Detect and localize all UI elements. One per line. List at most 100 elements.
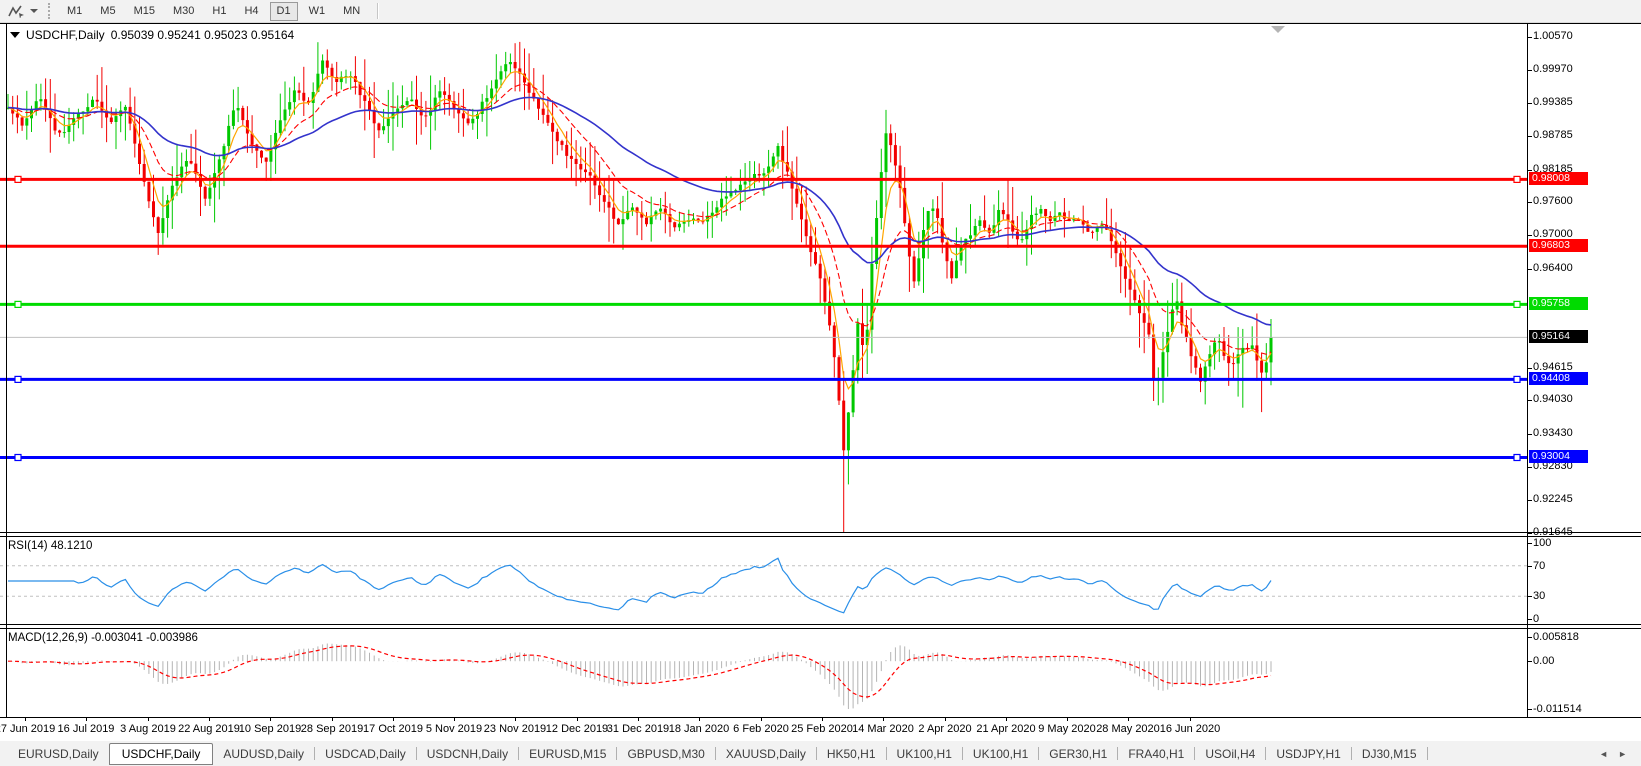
time-axis-tick <box>332 718 333 721</box>
time-axis-label: 25 Feb 2020 <box>791 723 853 735</box>
tab-scroll-left-icon[interactable]: ◄ <box>1599 749 1608 759</box>
rsi-axis-label: 100 <box>1533 537 1552 549</box>
timeframe-h1-button[interactable]: H1 <box>205 2 233 21</box>
time-axis-label: 21 Apr 2020 <box>976 723 1036 735</box>
hline-price-label: 0.93004 <box>1529 450 1588 463</box>
chart-cursor-icon[interactable] <box>6 3 26 19</box>
time-axis-label: 2 Apr 2020 <box>918 723 972 735</box>
time-axis-label: 31 Dec 2019 <box>606 723 670 735</box>
toolbar-drag-handle[interactable] <box>48 3 50 19</box>
time-axis-tick <box>638 718 639 721</box>
price-axis-label: 0.99385 <box>1533 96 1573 108</box>
macd-pane[interactable]: MACD(12,26,9) -0.003041 -0.003986 0.0058… <box>0 628 1641 718</box>
tab-ger30-h1[interactable]: GER30,H1 <box>1039 744 1117 764</box>
time-axis-tick <box>1128 718 1129 721</box>
time-axis-label: 12 Dec 2019 <box>545 723 609 735</box>
tab-dj30-m15[interactable]: DJ30,M15 <box>1352 744 1427 764</box>
tab-xauusd-daily[interactable]: XAUUSD,Daily <box>716 744 816 764</box>
macd-axis-label: 0.005818 <box>1533 631 1579 643</box>
time-axis-tick <box>393 718 394 721</box>
tab-eurusd-daily[interactable]: EURUSD,Daily <box>8 744 109 764</box>
chart-title: USDCHF,Daily 0.95039 0.95241 0.95023 0.9… <box>10 28 294 42</box>
price-axis-label: 0.96400 <box>1533 262 1573 274</box>
timeframe-mn-button[interactable]: MN <box>336 2 367 21</box>
time-axis-tick <box>577 718 578 721</box>
time-axis-tick <box>945 718 946 721</box>
rsi-axis-label: 0 <box>1533 613 1540 625</box>
time-axis-tick <box>209 718 210 721</box>
time-axis-label: 17 Oct 2019 <box>363 723 423 735</box>
time-axis-label: 10 Sep 2019 <box>238 723 302 735</box>
price-chart-canvas[interactable] <box>0 24 1527 537</box>
time-axis-label: 23 Nov 2019 <box>483 723 547 735</box>
rsi-chart-canvas[interactable] <box>0 537 1527 629</box>
chart-symbol-period: USDCHF,Daily <box>26 28 105 42</box>
tab-fra40-h1[interactable]: FRA40,H1 <box>1118 744 1194 764</box>
tab-scroll-controls: ◄ ► <box>1599 749 1641 759</box>
timeframe-m5-button[interactable]: M5 <box>93 2 122 21</box>
timeframe-m15-button[interactable]: M15 <box>127 2 162 21</box>
price-axis-label: 0.99970 <box>1533 63 1573 75</box>
tab-usdcnh-daily[interactable]: USDCNH,Daily <box>417 744 518 764</box>
price-axis-label: 1.00570 <box>1533 30 1573 42</box>
time-axis-label: 6 Feb 2020 <box>733 723 789 735</box>
tab-audusd-daily[interactable]: AUDUSD,Daily <box>213 744 314 764</box>
rsi-indicator-label: RSI(14) 48.1210 <box>8 540 93 552</box>
rsi-chart-svg[interactable] <box>0 537 1527 624</box>
time-axis-label: 28 May 2020 <box>1096 723 1160 735</box>
dropdown-caret-icon[interactable] <box>30 9 38 13</box>
rsi-axis-label: 70 <box>1533 560 1546 572</box>
price-axis-label: 0.94030 <box>1533 393 1573 405</box>
tab-usdchf-daily[interactable]: USDCHF,Daily <box>108 742 214 765</box>
tab-separator <box>1426 747 1428 760</box>
time-axis-label: 28 Sep 2019 <box>300 723 364 735</box>
tab-usoil-h4[interactable]: USOil,H4 <box>1195 744 1265 764</box>
hline-price-label: 0.98008 <box>1529 172 1588 185</box>
timeframe-w1-button[interactable]: W1 <box>302 2 333 21</box>
time-axis-label: 14 Mar 2020 <box>852 723 914 735</box>
price-axis-label: 0.93430 <box>1533 427 1573 439</box>
rsi-axis-label: 30 <box>1533 590 1546 602</box>
time-axis-tick <box>699 718 700 721</box>
time-axis-label: 16 Jul 2019 <box>57 723 115 735</box>
macd-axis-label: -0.011514 <box>1533 703 1582 715</box>
time-axis-tick <box>25 718 26 721</box>
timeframe-m30-button[interactable]: M30 <box>166 2 201 21</box>
macd-chart-canvas[interactable] <box>0 629 1527 722</box>
timeframe-h4-button[interactable]: H4 <box>237 2 265 21</box>
time-axis-tick <box>270 718 271 721</box>
timeframe-toolbar: M1 M5 M15 M30 H1 H4 D1 W1 MN <box>0 0 1641 23</box>
tab-gbpusd-m30[interactable]: GBPUSD,M30 <box>617 744 714 764</box>
axis-divider-line <box>1527 23 1528 718</box>
hline-price-label: 0.95758 <box>1529 297 1588 310</box>
time-axis-tick <box>883 718 884 721</box>
timeframe-d1-button[interactable]: D1 <box>269 1 298 21</box>
chart-tabs-bar: EURUSD,Daily USDCHF,Daily AUDUSD,Daily U… <box>0 741 1641 766</box>
tab-hk50-h1[interactable]: HK50,H1 <box>817 744 886 764</box>
hline-price-label: 0.96803 <box>1529 239 1588 252</box>
time-axis-tick <box>761 718 762 721</box>
time-axis-tick <box>86 718 87 721</box>
tab-scroll-right-icon[interactable]: ► <box>1618 749 1627 759</box>
current-price-label: 0.95164 <box>1529 330 1588 343</box>
tab-usdjpy-h1[interactable]: USDJPY,H1 <box>1266 744 1350 764</box>
time-axis-tick <box>1006 718 1007 721</box>
timeframe-m1-button[interactable]: M1 <box>60 2 89 21</box>
time-axis[interactable]: 27 Jun 2019 16 Jul 2019 3 Aug 2019 22 Aug 2… <box>0 718 1641 741</box>
tab-usdcad-daily[interactable]: USDCAD,Daily <box>315 744 416 764</box>
tab-uk100-h1-2[interactable]: UK100,H1 <box>963 744 1038 764</box>
price-chart-svg[interactable] <box>0 24 1527 533</box>
macd-chart-svg[interactable] <box>0 629 1527 717</box>
collapse-caret-icon[interactable] <box>10 32 20 38</box>
time-axis-label: 9 May 2020 <box>1038 723 1096 735</box>
tab-eurusd-m15[interactable]: EURUSD,M15 <box>519 744 616 764</box>
toolbar-separator <box>377 3 380 19</box>
rsi-pane[interactable]: RSI(14) 48.1210 100 70 30 0 <box>0 536 1641 625</box>
price-axis-label: 0.92245 <box>1533 493 1573 505</box>
macd-axis-label: 0.00 <box>1533 655 1555 667</box>
time-axis-label: 3 Aug 2019 <box>120 723 176 735</box>
price-pane[interactable]: USDCHF,Daily 0.95039 0.95241 0.95023 0.9… <box>0 23 1641 538</box>
time-axis-tick <box>822 718 823 721</box>
tab-uk100-h1[interactable]: UK100,H1 <box>887 744 962 764</box>
chart-shift-marker[interactable] <box>1271 26 1285 33</box>
